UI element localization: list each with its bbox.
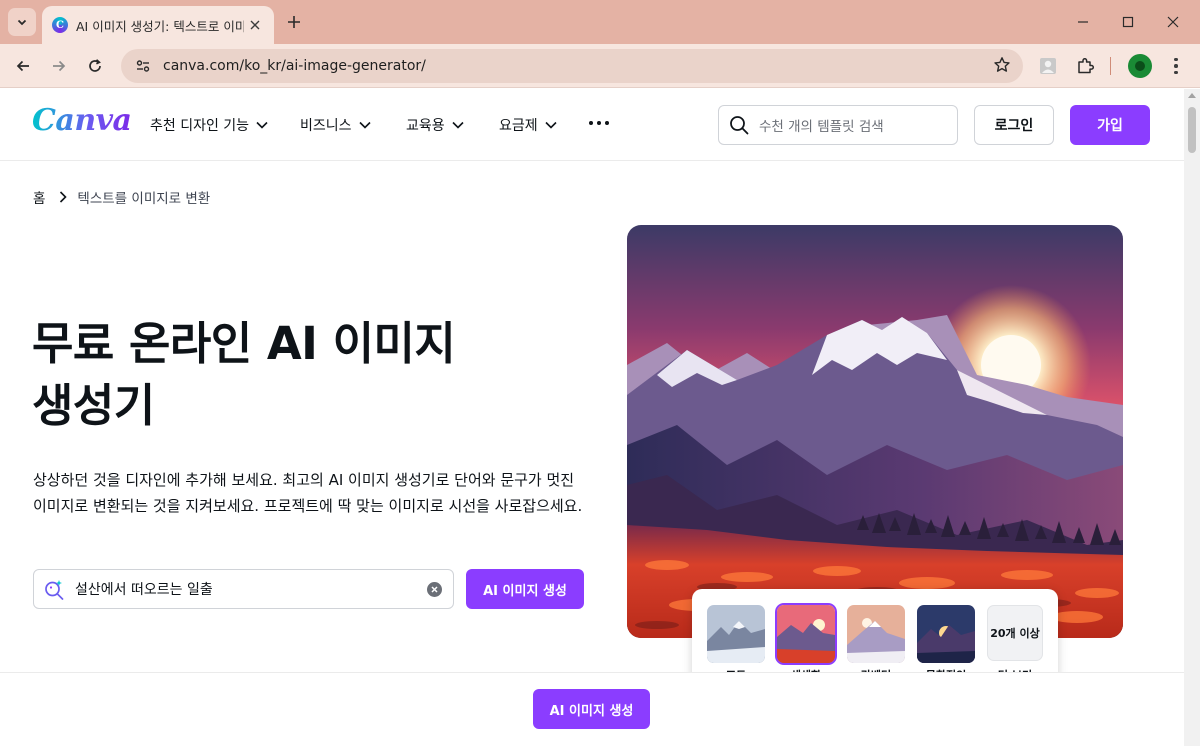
login-button[interactable]: 로그인 bbox=[974, 105, 1054, 145]
profile-avatar-dot bbox=[1135, 61, 1145, 71]
breadcrumb: 홈 텍스트를 이미지로 변환 bbox=[33, 187, 210, 207]
generate-image-button[interactable]: AI 이미지 생성 bbox=[466, 569, 584, 609]
page-viewport: Canva 추천 디자인 기능 비즈니스 교육용 요금제 수천 개의 템플릿 검… bbox=[0, 89, 1184, 746]
style-option-dreamy[interactable] bbox=[917, 605, 975, 663]
breadcrumb-home[interactable]: 홈 bbox=[33, 187, 45, 207]
arrow-left-icon bbox=[16, 60, 29, 72]
page-title-line1: 무료 온라인 AI 이미지 bbox=[32, 317, 456, 370]
clear-input-icon[interactable] bbox=[427, 582, 442, 597]
chevron-down-icon bbox=[545, 121, 557, 129]
browser-toolbar: canva.com/ko_kr/ai-image-generator/ bbox=[0, 44, 1200, 88]
tab-title: AI 이미지 생성기: 텍스트로 이미지 bbox=[76, 18, 244, 34]
signup-button[interactable]: 가입 bbox=[1070, 105, 1150, 145]
back-button[interactable] bbox=[9, 52, 37, 80]
style-option-lavender[interactable] bbox=[847, 605, 905, 663]
page-title: 무료 온라인 AI 이미지 생성기 bbox=[32, 313, 592, 437]
maximize-button[interactable] bbox=[1105, 8, 1151, 36]
chevron-down-icon bbox=[358, 121, 371, 129]
style-option-photo[interactable] bbox=[707, 605, 765, 663]
window-close-button[interactable] bbox=[1150, 8, 1196, 36]
url-text: canva.com/ko_kr/ai-image-generator/ bbox=[163, 58, 426, 74]
style-option-vivid[interactable] bbox=[777, 605, 835, 663]
tab-search-button[interactable] bbox=[8, 8, 36, 36]
close-icon bbox=[1167, 16, 1179, 28]
site-info-icon[interactable] bbox=[131, 54, 155, 78]
browser-menu-icon[interactable] bbox=[1164, 54, 1188, 78]
browser-tab-bar: C AI 이미지 생성기: 텍스트로 이미지 bbox=[0, 0, 1200, 44]
hero-sunrise-image bbox=[627, 225, 1123, 638]
address-bar[interactable]: canva.com/ko_kr/ai-image-generator/ bbox=[121, 49, 1023, 83]
canva-logo[interactable]: Canva bbox=[32, 103, 132, 138]
site-header: Canva 추천 디자인 기능 비즈니스 교육용 요금제 수천 개의 템플릿 검… bbox=[0, 89, 1184, 161]
bookmark-star-icon[interactable] bbox=[993, 56, 1011, 78]
tab-close-icon[interactable] bbox=[246, 16, 264, 34]
nav-label: 요금제 bbox=[499, 118, 538, 134]
nav-label: 추천 디자인 기능 bbox=[150, 118, 250, 134]
nav-business[interactable]: 비즈니스 bbox=[300, 114, 371, 136]
extensions-puzzle-icon[interactable] bbox=[1073, 54, 1097, 78]
forward-button[interactable] bbox=[45, 52, 73, 80]
search-icon bbox=[730, 116, 749, 135]
page-scrollbar[interactable] bbox=[1184, 89, 1200, 746]
chevron-down-icon bbox=[17, 19, 27, 26]
chevron-down-icon bbox=[256, 121, 268, 129]
canva-favicon-icon: C bbox=[52, 17, 68, 33]
minimize-icon bbox=[1078, 21, 1088, 23]
chevron-right-icon bbox=[60, 191, 68, 203]
prompt-text: 설산에서 떠오르는 일출 bbox=[75, 582, 213, 598]
nav-education[interactable]: 교육용 bbox=[406, 114, 464, 136]
nav-pricing[interactable]: 요금제 bbox=[499, 114, 557, 136]
search-placeholder: 수천 개의 템플릿 검색 bbox=[759, 119, 884, 135]
template-search-input[interactable]: 수천 개의 템플릿 검색 bbox=[718, 105, 958, 145]
page-title-line2: 생성기 bbox=[32, 379, 155, 432]
new-tab-button[interactable] bbox=[282, 10, 306, 34]
scroll-up-arrow-icon[interactable] bbox=[1188, 93, 1196, 98]
toolbar-divider bbox=[1110, 57, 1111, 75]
more-styles-button[interactable]: 20개 이상 bbox=[987, 605, 1043, 661]
magic-search-icon bbox=[45, 580, 64, 600]
scroll-thumb[interactable] bbox=[1188, 107, 1196, 153]
nav-label: 비즈니스 bbox=[300, 118, 352, 134]
arrow-right-icon bbox=[53, 60, 66, 72]
browser-tab-active[interactable]: C AI 이미지 생성기: 텍스트로 이미지 bbox=[42, 6, 274, 44]
more-menu-icon[interactable] bbox=[589, 121, 609, 125]
nav-featured-design[interactable]: 추천 디자인 기능 bbox=[150, 114, 268, 136]
profile-avatar-icon[interactable] bbox=[1128, 54, 1152, 78]
sticky-cta-bar: AI 이미지 생성 bbox=[0, 672, 1184, 746]
extension-avatar-icon[interactable] bbox=[1036, 54, 1060, 78]
breadcrumb-current: 텍스트를 이미지로 변환 bbox=[77, 191, 211, 207]
hero-description: 상상하던 것을 디자인에 추가해 보세요. 최고의 AI 이미지 생성기로 단어… bbox=[33, 471, 583, 515]
maximize-icon bbox=[1122, 16, 1134, 28]
prompt-input[interactable]: 설산에서 떠오르는 일출 bbox=[33, 569, 454, 609]
sticky-generate-button[interactable]: AI 이미지 생성 bbox=[533, 689, 650, 729]
plus-icon bbox=[288, 16, 300, 28]
reload-button[interactable] bbox=[81, 52, 109, 80]
reload-icon bbox=[89, 59, 101, 72]
nav-label: 교육용 bbox=[406, 118, 445, 134]
chevron-down-icon bbox=[452, 121, 464, 129]
minimize-button[interactable] bbox=[1060, 8, 1106, 36]
